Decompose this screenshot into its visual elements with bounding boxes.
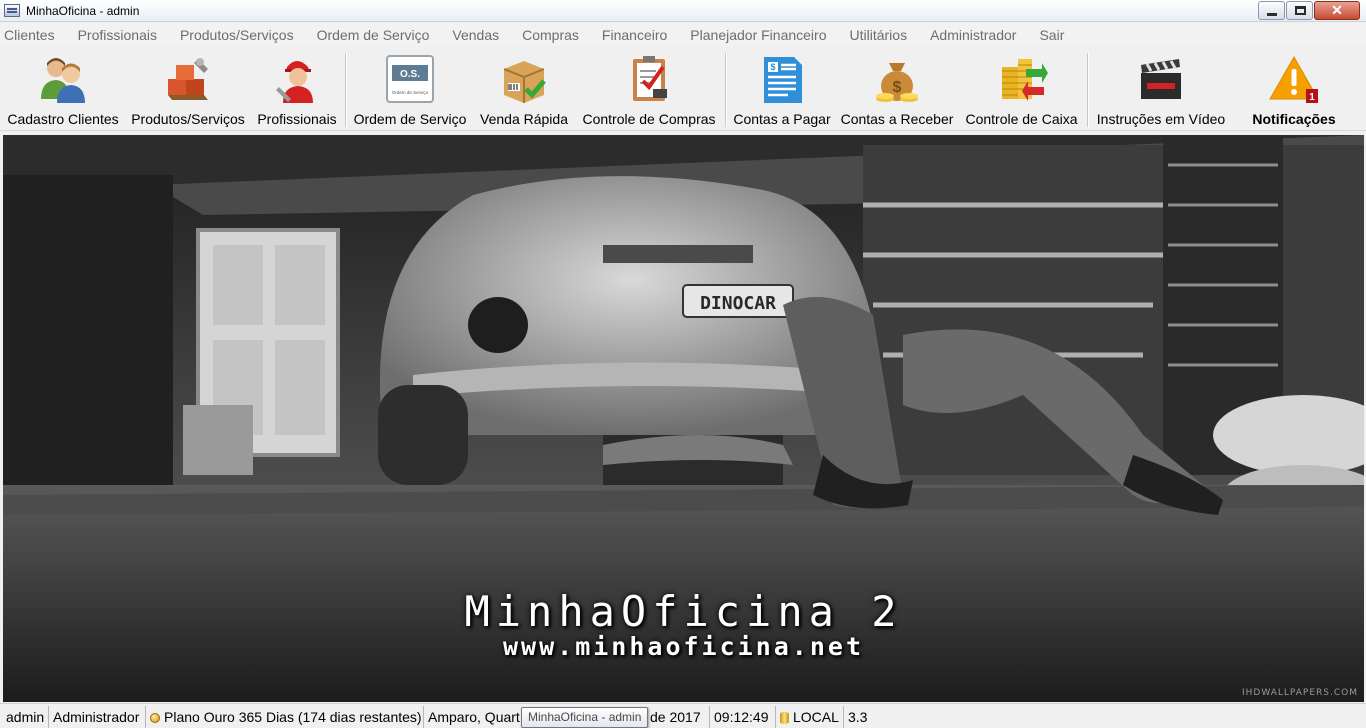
menu-bar: Clientes Profissionais Produtos/Serviços… xyxy=(0,23,1366,46)
menu-ordem-servico[interactable]: Ordem de Serviço xyxy=(313,27,434,43)
status-date-end-text: de 2017 xyxy=(650,709,701,725)
money-bag-icon: $ xyxy=(876,63,918,102)
title-bar: MinhaOficina - admin ✕ xyxy=(0,0,1366,22)
license-plate: DINOCAR xyxy=(700,293,776,314)
menu-financeiro[interactable]: Financeiro xyxy=(598,27,671,43)
status-date: Amparo, Quart xyxy=(424,706,522,728)
notification-count: 1 xyxy=(1309,92,1315,103)
status-db-text: LOCAL xyxy=(793,709,839,725)
bills-to-pay-icon: $ xyxy=(764,57,802,103)
maximize-button[interactable] xyxy=(1286,1,1313,20)
tooltip: MinhaOficina - admin xyxy=(521,707,649,728)
hero-url[interactable]: www.minhaoficina.net xyxy=(3,632,1364,661)
venda-rapida-label: Venda Rápida xyxy=(480,111,568,127)
controle-caixa-button[interactable]: Controle de Caixa xyxy=(959,47,1084,131)
menu-planejador-financeiro[interactable]: Planejador Financeiro xyxy=(686,27,830,43)
toolbar-separator xyxy=(1087,53,1088,127)
ordem-servico-button[interactable]: O.S. Ordem de Serviço Ordem de Serviço xyxy=(348,47,472,131)
menu-compras[interactable]: Compras xyxy=(518,27,583,43)
notificacoes-label: Notificações xyxy=(1252,111,1336,127)
service-order-icon: O.S. Ordem de Serviço xyxy=(386,55,434,103)
status-plan: Plano Ouro 365 Dias (174 dias restantes) xyxy=(146,706,424,728)
database-icon xyxy=(780,712,789,724)
instrucoes-video-button[interactable]: Instruções em Vídeo xyxy=(1090,47,1232,131)
profissionais-label: Profissionais xyxy=(257,111,337,127)
produtos-servicos-button[interactable]: Produtos/Serviços xyxy=(126,47,250,131)
quick-sale-box-icon xyxy=(503,61,546,103)
svg-text:$: $ xyxy=(770,62,775,72)
toolbar-separator xyxy=(345,53,346,127)
splash-background: DINOCAR MinhaOficina 2 www.minhaoficina.… xyxy=(3,135,1364,702)
instrucoes-video-label: Instruções em Vídeo xyxy=(1096,111,1226,127)
cadastro-clientes-button[interactable]: Cadastro Clientes xyxy=(2,47,124,131)
close-icon: ✕ xyxy=(1331,2,1343,18)
menu-administrador[interactable]: Administrador xyxy=(926,27,1020,43)
contas-receber-button[interactable]: $ Contas a Receber xyxy=(837,47,957,131)
produtos-servicos-label: Produtos/Serviços xyxy=(131,111,245,127)
status-date-end: de 2017 xyxy=(646,706,710,728)
window-controls: ✕ xyxy=(1257,1,1360,20)
status-bar: admin Administrador Plano Ouro 365 Dias … xyxy=(0,703,1366,728)
contas-pagar-label: Contas a Pagar xyxy=(733,111,831,127)
controle-caixa-label: Controle de Caixa xyxy=(965,111,1078,127)
toolbar-separator xyxy=(725,53,726,127)
cadastro-clientes-label: Cadastro Clientes xyxy=(7,111,119,127)
controle-compras-label: Controle de Compras xyxy=(582,111,716,127)
coin-icon xyxy=(150,713,160,723)
status-db: LOCAL xyxy=(776,706,844,728)
menu-profissionais[interactable]: Profissionais xyxy=(74,27,161,43)
status-date-text: Amparo, Quart xyxy=(428,709,520,725)
minimize-button[interactable] xyxy=(1258,1,1285,20)
status-role-text: Administrador xyxy=(53,709,140,725)
customers-icon xyxy=(41,58,85,103)
cash-control-icon xyxy=(1001,59,1048,101)
ordem-servico-label: Ordem de Serviço xyxy=(353,111,467,127)
notificacoes-button[interactable]: 1 Notificações xyxy=(1240,47,1348,131)
status-version-text: 3.3 xyxy=(848,709,868,725)
purchases-clipboard-icon xyxy=(633,56,667,101)
status-time-text: 09:12:49 xyxy=(714,709,769,725)
toolbar: Cadastro Clientes Produtos/Serviços Prof… xyxy=(0,47,1366,131)
status-user-text: admin xyxy=(6,709,45,725)
status-plan-text: Plano Ouro 365 Dias (174 dias restantes) xyxy=(164,709,422,725)
contas-pagar-button[interactable]: $ Contas a Pagar xyxy=(728,47,836,131)
venda-rapida-button[interactable]: Venda Rápida xyxy=(474,47,574,131)
menu-vendas[interactable]: Vendas xyxy=(448,27,503,43)
menu-produtos-servicos[interactable]: Produtos/Serviços xyxy=(176,27,298,43)
status-time: 09:12:49 xyxy=(710,706,776,728)
watermark: IHDWALLPAPERS.COM xyxy=(1241,688,1358,698)
mechanic-icon xyxy=(276,61,313,103)
products-boxes-icon xyxy=(168,58,208,100)
service-order-caption: Ordem de Serviço xyxy=(392,90,429,95)
service-order-badge: O.S. xyxy=(400,69,420,80)
window-title: MinhaOficina - admin xyxy=(26,4,140,18)
svg-text:$: $ xyxy=(893,79,902,96)
menu-utilitarios[interactable]: Utilitários xyxy=(846,27,912,43)
warning-icon: 1 xyxy=(1269,55,1319,103)
hero-title: MinhaOficina 2 xyxy=(464,587,903,636)
app-icon[interactable] xyxy=(4,4,20,17)
status-version: 3.3 xyxy=(844,706,874,728)
status-user: admin xyxy=(2,706,49,728)
maximize-icon xyxy=(1295,6,1306,15)
close-button[interactable]: ✕ xyxy=(1314,1,1360,20)
menu-sair[interactable]: Sair xyxy=(1035,27,1068,43)
controle-compras-button[interactable]: Controle de Compras xyxy=(575,47,723,131)
video-clapperboard-icon xyxy=(1141,59,1181,99)
menu-clientes[interactable]: Clientes xyxy=(0,27,59,43)
minimize-icon xyxy=(1267,13,1277,16)
profissionais-button[interactable]: Profissionais xyxy=(252,47,342,131)
contas-receber-label: Contas a Receber xyxy=(840,111,954,127)
status-role: Administrador xyxy=(49,706,146,728)
